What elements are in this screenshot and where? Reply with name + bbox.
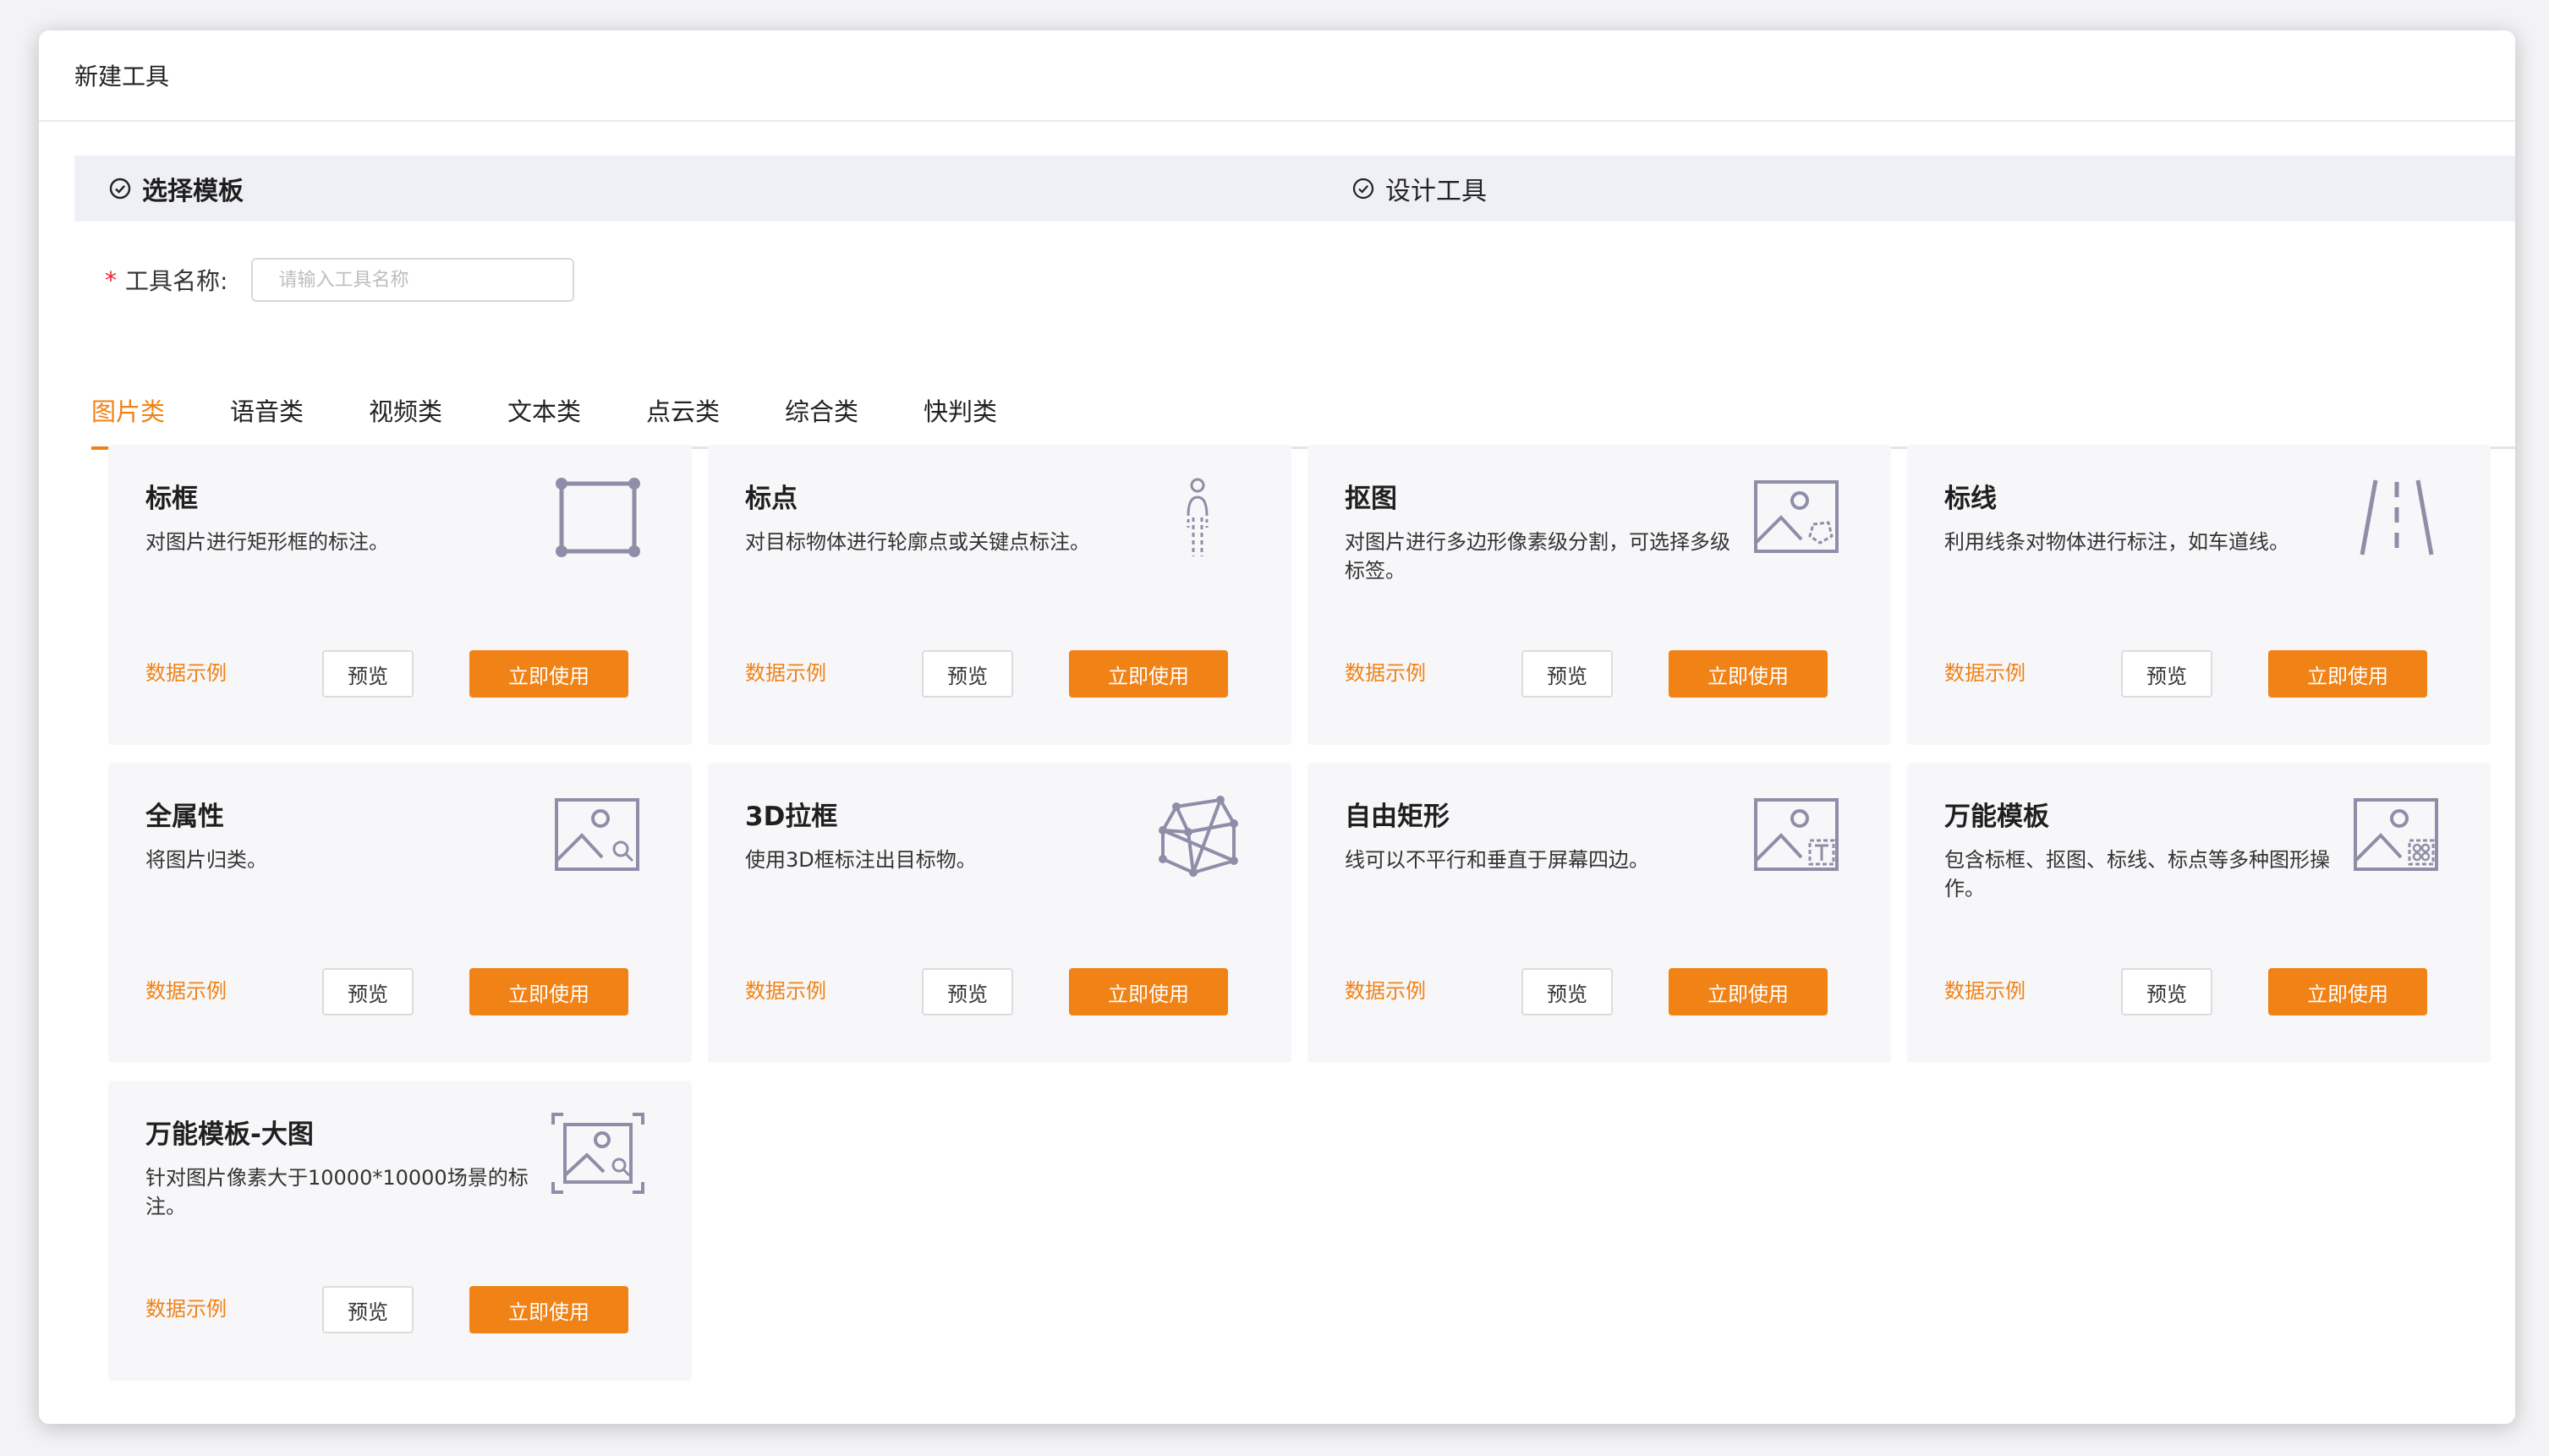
card-title: 3D拉框 (745, 802, 838, 832)
check-circle-icon (109, 178, 131, 200)
card-description: 将图片归类。 (145, 848, 267, 872)
card-title: 自由矩形 (1345, 802, 1450, 832)
image-search-icon (551, 793, 644, 878)
image-multi-icon (2350, 793, 2443, 878)
use-now-button[interactable]: 立即使用 (2268, 650, 2427, 698)
card-description: 包含标框、抠图、标线、标点等多种图形操作。 (1944, 848, 2330, 900)
card-title: 万能模板 (1944, 802, 2049, 832)
card-title: 标点 (745, 484, 798, 514)
steps-bar: 选择模板 设计工具 (74, 156, 2515, 222)
preview-button[interactable]: 预览 (1521, 650, 1613, 698)
preview-button[interactable]: 预览 (2121, 968, 2212, 1015)
data-example-link[interactable]: 数据示例 (1944, 656, 2025, 686)
data-example-link[interactable]: 数据示例 (745, 974, 826, 1004)
template-card: 标线 利用线条对物体进行标注，如车道线。 数据示例 预览 立即使用 (1907, 445, 2491, 745)
step-select-template[interactable]: 选择模板 (108, 170, 244, 207)
card-title: 全属性 (145, 802, 224, 832)
template-card: 抠图 对图片进行多边形像素级分割，可选择多级标签。 数据示例 预览 立即使用 (1307, 445, 1891, 745)
card-title: 抠图 (1345, 484, 1397, 514)
data-example-link[interactable]: 数据示例 (145, 656, 227, 686)
tab-quick-judge[interactable]: 快判类 (924, 392, 997, 446)
preview-button[interactable]: 预览 (922, 650, 1013, 698)
use-now-button[interactable]: 立即使用 (1069, 968, 1228, 1015)
use-now-button[interactable]: 立即使用 (1669, 650, 1828, 698)
preview-button[interactable]: 预览 (322, 1286, 414, 1333)
use-now-button[interactable]: 立即使用 (2268, 968, 2427, 1015)
data-example-link[interactable]: 数据示例 (1345, 974, 1426, 1004)
required-mark: * (105, 265, 117, 294)
lane-line-icon (2350, 475, 2443, 560)
card-description: 对图片进行矩形框的标注。 (145, 530, 389, 554)
use-now-button[interactable]: 立即使用 (469, 650, 628, 698)
tool-name-row: * 工具名称: (105, 257, 575, 303)
step-label: 设计工具 (1385, 177, 1487, 206)
window-header: 新建工具 (39, 30, 2515, 122)
tab-text[interactable]: 文本类 (507, 392, 581, 446)
keypoint-figure-icon (1151, 475, 1244, 560)
template-card: 3D拉框 使用3D框标注出目标物。 数据示例 预览 立即使用 (708, 763, 1291, 1063)
use-now-button[interactable]: 立即使用 (469, 968, 628, 1015)
template-card: 标框 对图片进行矩形框的标注。 数据示例 预览 立即使用 (108, 445, 692, 745)
template-card: 万能模板 包含标框、抠图、标线、标点等多种图形操作。 数据示例 预览 立即使用 (1907, 763, 2491, 1063)
step-label: 选择模板 (142, 177, 244, 206)
card-description: 利用线条对物体进行标注，如车道线。 (1944, 530, 2289, 554)
cube-3d-icon (1151, 793, 1244, 878)
new-tool-window: 新建工具 选择模板 设计工具 * 工具名称: 图片类 语音类 视频类 文本类 点… (39, 30, 2515, 1424)
tool-name-label: 工具名称: (125, 267, 228, 295)
use-now-button[interactable]: 立即使用 (469, 1286, 628, 1333)
preview-button[interactable]: 预览 (2121, 650, 2212, 698)
use-now-button[interactable]: 立即使用 (1069, 650, 1228, 698)
card-description: 对目标物体进行轮廓点或关键点标注。 (745, 530, 1090, 554)
preview-button[interactable]: 预览 (322, 650, 414, 698)
image-large-icon (551, 1111, 644, 1196)
preview-button[interactable]: 预览 (322, 968, 414, 1015)
template-card: 自由矩形 线可以不平行和垂直于屏幕四边。 数据示例 预览 立即使用 (1307, 763, 1891, 1063)
window-title: 新建工具 (74, 63, 170, 90)
card-title: 标线 (1944, 484, 1997, 514)
template-card: 万能模板-大图 针对图片像素大于10000*10000场景的标注。 数据示例 预… (108, 1081, 692, 1381)
card-description: 对图片进行多边形像素级分割，可选择多级标签。 (1345, 530, 1730, 583)
tab-comprehensive[interactable]: 综合类 (785, 392, 858, 446)
image-polygon-icon (1751, 475, 1844, 560)
tab-video[interactable]: 视频类 (369, 392, 442, 446)
preview-button[interactable]: 预览 (922, 968, 1013, 1015)
preview-button[interactable]: 预览 (1521, 968, 1613, 1015)
tab-audio[interactable]: 语音类 (230, 392, 304, 446)
card-description: 线可以不平行和垂直于屏幕四边。 (1345, 848, 1649, 872)
template-card: 全属性 将图片归类。 数据示例 预览 立即使用 (108, 763, 692, 1063)
card-title: 万能模板-大图 (145, 1119, 314, 1150)
category-tabs: 图片类 语音类 视频类 文本类 点云类 综合类 快判类 (91, 367, 2515, 450)
tool-name-input[interactable] (251, 258, 575, 302)
data-example-link[interactable]: 数据示例 (145, 1292, 227, 1322)
card-title: 标框 (145, 484, 198, 514)
data-example-link[interactable]: 数据示例 (745, 656, 826, 686)
use-now-button[interactable]: 立即使用 (1669, 968, 1828, 1015)
step-design-tool[interactable]: 设计工具 (1351, 170, 1487, 207)
tab-point-cloud[interactable]: 点云类 (646, 392, 720, 446)
card-description: 针对图片像素大于10000*10000场景的标注。 (145, 1166, 529, 1218)
data-example-link[interactable]: 数据示例 (145, 974, 227, 1004)
template-card: 标点 对目标物体进行轮廓点或关键点标注。 数据示例 预览 立即使用 (708, 445, 1291, 745)
card-description: 使用3D框标注出目标物。 (745, 848, 977, 872)
bounding-box-icon (551, 475, 644, 560)
data-example-link[interactable]: 数据示例 (1944, 974, 2025, 1004)
tab-image[interactable]: 图片类 (91, 392, 166, 450)
data-example-link[interactable]: 数据示例 (1345, 656, 1426, 686)
check-circle-icon (1352, 178, 1374, 200)
image-text-icon (1751, 793, 1844, 878)
